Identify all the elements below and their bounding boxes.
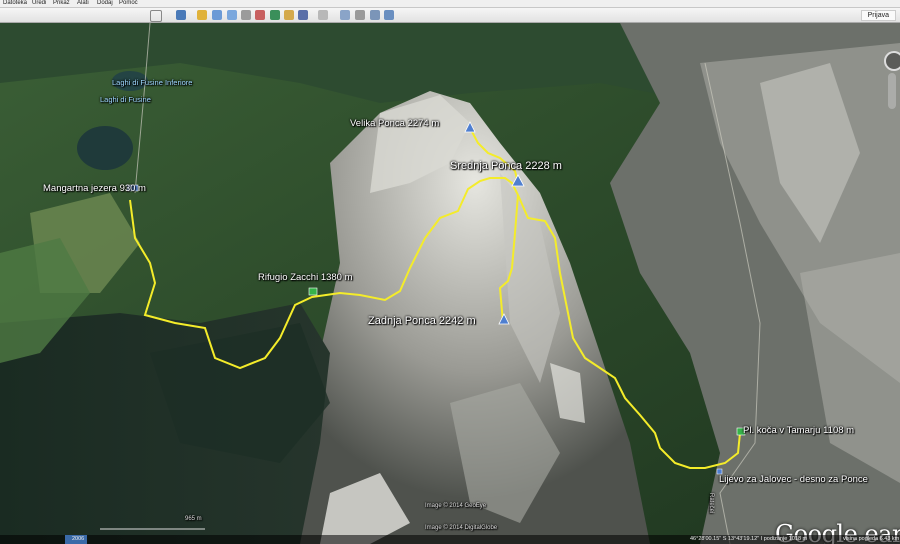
compass-icon[interactable]	[884, 51, 900, 71]
history-icon[interactable]	[270, 10, 280, 20]
ruler-icon[interactable]	[318, 10, 328, 20]
menu-help[interactable]: Pomoć	[119, 0, 138, 7]
sidebar-toggle-icon[interactable]	[176, 10, 186, 20]
label-laghi: Laghi di Fusine	[100, 95, 151, 104]
planets-icon[interactable]	[298, 10, 308, 20]
path-icon[interactable]	[227, 10, 237, 20]
maps-icon[interactable]	[384, 10, 394, 20]
signin-button[interactable]: Prijava	[860, 10, 896, 21]
menu-bar: Datoteka Uredi Prikaz Alati Dodaj Pomoć	[0, 0, 900, 8]
label-velika: Velika Ponca 2274 m	[350, 118, 440, 129]
label-junction: Lijevo za Jalovec - desno za Ponce	[719, 474, 868, 485]
hut-marker-zacchi[interactable]	[308, 287, 318, 296]
imagery-year: 2006	[72, 536, 85, 542]
map-view[interactable]: Laghi di Fusine Inferiore Laghi di Fusin…	[0, 23, 900, 544]
label-koca: Pl. koča v Tamarju 1108 m	[743, 425, 855, 436]
label-mangartna: Mangartna jezera 930 m	[43, 183, 146, 194]
tour-icon[interactable]	[255, 10, 265, 20]
scale-label: 965 m	[185, 516, 202, 522]
label-zadnja: Zadnja Ponca 2242 m	[368, 315, 476, 327]
search-icon[interactable]	[150, 10, 162, 22]
copyright-geoeye: Image © 2014 GeoEye	[425, 503, 487, 509]
copyright-digitalglobe: Image © 2014 DigitalGlobe	[425, 525, 498, 531]
coordinates-readout: 46°28'00.15" S 13°43'19.12" I podizanje …	[690, 536, 808, 542]
menu-add[interactable]: Dodaj	[97, 0, 113, 7]
navigation-controls[interactable]	[882, 51, 900, 111]
save-image-icon[interactable]	[370, 10, 380, 20]
label-zacchi: Rifugio Zacchi 1380 m	[258, 272, 353, 283]
print-icon[interactable]	[355, 10, 365, 20]
menu-view[interactable]: Prikaz	[53, 0, 70, 7]
sun-icon[interactable]	[284, 10, 294, 20]
toolbar: Prijava	[0, 8, 900, 23]
eye-altitude: visina pogleda 6.43 km	[843, 536, 900, 542]
overlay-icon[interactable]	[241, 10, 251, 20]
label-laghi-inferiore: Laghi di Fusine Inferiore	[112, 78, 193, 87]
polygon-icon[interactable]	[212, 10, 222, 20]
menu-edit[interactable]: Uredi	[32, 0, 46, 7]
label-srednja: Srednja Ponca 2228 m	[450, 160, 562, 172]
placemark-icon[interactable]	[197, 10, 207, 20]
zoom-slider[interactable]	[888, 73, 896, 109]
email-icon[interactable]	[340, 10, 350, 20]
menu-file[interactable]: Datoteka	[3, 0, 27, 7]
menu-tools[interactable]: Alati	[77, 0, 89, 7]
label-road: Ratečei	[708, 493, 714, 514]
status-bar: 2006 46°28'00.15" S 13°43'19.12" I podiz…	[0, 535, 900, 544]
